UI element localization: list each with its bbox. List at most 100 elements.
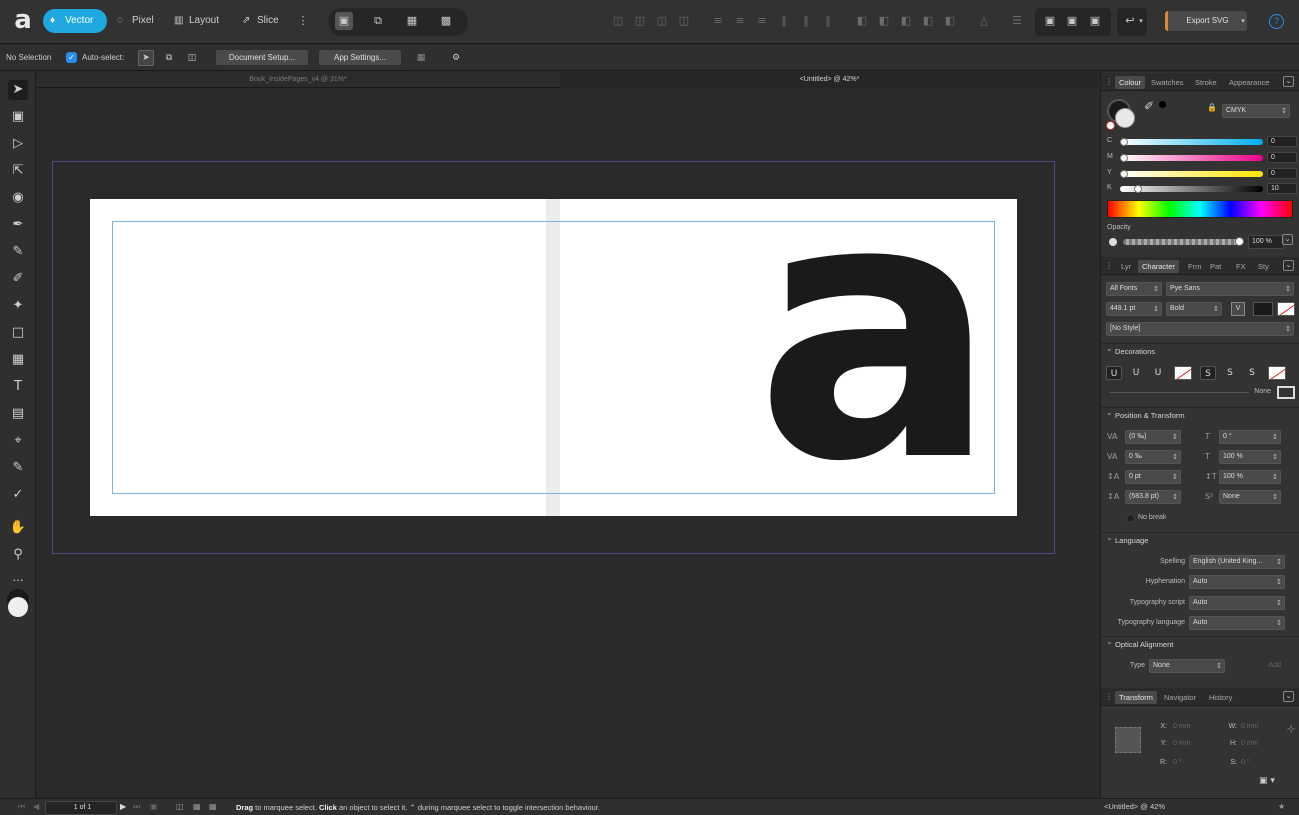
position-transform-section-header[interactable]: Position & Transform <box>1101 405 1299 423</box>
grid-icon[interactable]: ▦ <box>413 50 429 66</box>
snap-target-icon[interactable]: ▩ <box>437 12 455 30</box>
spelling-select[interactable]: English (United King... <box>1189 555 1285 569</box>
transform-origin-icon[interactable]: ▣ ▾ <box>1259 776 1275 786</box>
last-page-icon[interactable]: ⏭ <box>133 802 140 812</box>
opacity-dropdown-icon[interactable]: ⌄ <box>1282 234 1293 245</box>
snap-option-1-icon[interactable]: ▣ <box>1041 12 1059 30</box>
more-menu-icon[interactable]: ⋮ <box>294 12 312 30</box>
next-page-icon[interactable]: ▶ <box>120 802 126 811</box>
tab-transform[interactable]: Transform <box>1115 691 1157 704</box>
page-spread[interactable]: a <box>90 199 1017 516</box>
tab-stroke[interactable]: Stroke <box>1191 76 1221 89</box>
no-break-checkbox[interactable] <box>1126 514 1135 523</box>
point-transform-tool-icon[interactable]: ⇱ <box>8 161 28 181</box>
page-indicator[interactable]: 1 of 1 <box>45 801 117 815</box>
first-page-icon[interactable]: ⏮ <box>18 802 25 812</box>
page-view-icon[interactable]: ▦ <box>193 802 201 811</box>
language-section-header[interactable]: Language <box>1101 530 1299 548</box>
decoration-box-icon[interactable] <box>1277 386 1295 399</box>
underline-toggle-icon[interactable]: V <box>1231 302 1245 316</box>
tab-untitled[interactable]: <Untitled> @ 42%* <box>560 72 1099 88</box>
character-panel-collapse-icon[interactable]: ⌄ <box>1283 260 1294 271</box>
y-field[interactable]: 0 mm <box>1169 737 1219 751</box>
text-stroke-swatch-icon[interactable] <box>1277 302 1295 316</box>
slider-c[interactable]: C 0 <box>1107 136 1297 147</box>
measure-tool-icon[interactable]: ✎ <box>8 458 28 478</box>
tab-appearance[interactable]: Appearance <box>1225 76 1273 89</box>
persona-vector[interactable]: ♦ Vector <box>43 9 107 33</box>
slider-m[interactable]: M 0 <box>1107 152 1297 163</box>
favourite-star-icon[interactable]: ★ <box>1278 802 1285 811</box>
align-left-icon[interactable]: ≡ <box>709 12 727 30</box>
tab-navigator[interactable]: Navigator <box>1160 691 1200 704</box>
zoom-tool-icon[interactable]: ⚲ <box>8 545 28 565</box>
h-field[interactable]: 0 mm <box>1237 737 1283 751</box>
slider-c-knob[interactable] <box>1120 138 1128 146</box>
tab-colour[interactable]: Colour <box>1115 76 1146 89</box>
slider-k[interactable]: K 10 <box>1107 183 1297 194</box>
frame-text-tool-icon[interactable]: ▦ <box>8 350 28 370</box>
tab-history[interactable]: History <box>1205 691 1236 704</box>
align-middle-icon[interactable]: ‖ <box>797 12 815 30</box>
leading-field[interactable]: (583.8 pt) <box>1125 490 1181 504</box>
colour-spectrum[interactable] <box>1107 200 1293 218</box>
baseline-field[interactable]: 0 pt <box>1125 470 1181 484</box>
slider-y-value[interactable]: 0 <box>1267 168 1297 179</box>
typography-language-select[interactable]: Auto <box>1189 616 1285 630</box>
skew-field[interactable]: 0 ° <box>1219 430 1281 444</box>
distribute-icon[interactable]: ☰ <box>1008 12 1026 30</box>
place-image-tool-icon[interactable]: ▤ <box>8 404 28 424</box>
hyphenation-select[interactable]: Auto <box>1189 575 1285 589</box>
vector-brush-tool-icon[interactable]: ✐ <box>8 269 28 289</box>
no-colour-icon[interactable] <box>1106 121 1115 130</box>
tab-book-insidepages[interactable]: Book_InsidePages_v4 @ 31%* <box>37 72 559 88</box>
slider-c-track[interactable] <box>1120 138 1263 146</box>
slider-y-track[interactable] <box>1120 170 1263 178</box>
fill-swatch-icon[interactable] <box>8 597 28 617</box>
strikethrough-double-icon[interactable]: S <box>1222 366 1238 380</box>
snap-option-3-icon[interactable]: ▣ <box>1086 12 1104 30</box>
tab-layers[interactable]: Lyr <box>1117 260 1135 273</box>
slider-m-track[interactable] <box>1120 154 1263 162</box>
anchor-point-icon[interactable] <box>1115 727 1141 753</box>
export-dropdown-icon[interactable]: ▾ <box>1238 12 1248 30</box>
slider-m-knob[interactable] <box>1120 154 1128 162</box>
w-field[interactable]: 0 mm <box>1237 720 1283 734</box>
select-groups-icon[interactable]: ◫ <box>184 50 200 66</box>
vertical-scale-field[interactable]: 100 % <box>1219 470 1281 484</box>
pen-tool-icon[interactable]: ✒ <box>8 215 28 235</box>
tab-paragraph[interactable]: Pat <box>1206 260 1225 273</box>
align-center-icon[interactable]: ≡ <box>731 12 749 30</box>
boolean-subtract-icon[interactable]: ◧ <box>875 12 893 30</box>
text-frame-mode-icon[interactable]: ▣ <box>335 12 353 30</box>
select-pointer-icon[interactable]: ➤ <box>138 50 154 66</box>
node-tool-icon[interactable]: ▷ <box>8 134 28 154</box>
superscript-field[interactable]: None <box>1219 490 1281 504</box>
slider-y[interactable]: Y 0 <box>1107 168 1297 179</box>
optical-add-button[interactable]: Add <box>1261 662 1281 669</box>
page-delete-icon[interactable]: ▦ <box>209 802 217 811</box>
link-proportions-icon[interactable]: ⊹ <box>1287 724 1295 735</box>
contour-tool-icon[interactable]: ◉ <box>8 188 28 208</box>
tab-swatches[interactable]: Swatches <box>1147 76 1188 89</box>
s-field[interactable]: 0 ° <box>1237 756 1283 770</box>
glyph-a-text[interactable]: a <box>755 199 998 511</box>
underline-icon[interactable]: U <box>1106 366 1122 380</box>
align-bottom-icon[interactable]: ‖ <box>819 12 837 30</box>
x-field[interactable]: 0 mm <box>1169 720 1219 734</box>
settings-gear-icon[interactable]: ⚙ <box>448 50 464 66</box>
font-size-select[interactable]: 449.1 pt <box>1106 302 1162 316</box>
more-tools-icon[interactable]: … <box>8 568 28 588</box>
persona-slice[interactable]: ⇗ Slice <box>235 9 285 33</box>
snapping-dropdown-icon[interactable]: ▾ <box>1136 12 1146 30</box>
strike-colour-icon[interactable] <box>1268 366 1286 380</box>
opacity-knob[interactable] <box>1235 237 1244 246</box>
help-icon[interactable]: ? <box>1269 14 1284 29</box>
prev-page-icon[interactable]: ◀ <box>33 802 39 811</box>
tab-fx[interactable]: FX <box>1232 260 1250 273</box>
fill-colour-well-icon[interactable] <box>1115 108 1135 128</box>
font-weight-select[interactable]: Bold <box>1166 302 1222 316</box>
page-spread-icon[interactable]: ◫ <box>176 802 184 811</box>
boolean-add-icon[interactable]: ◧ <box>853 12 871 30</box>
slider-y-knob[interactable] <box>1120 170 1128 178</box>
